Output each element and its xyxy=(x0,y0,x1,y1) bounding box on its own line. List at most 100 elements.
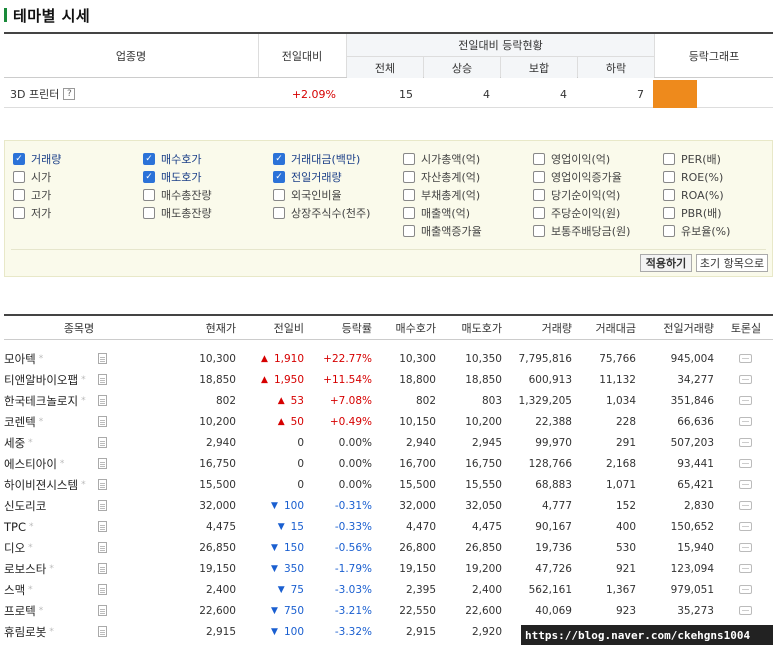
option-5[interactable]: PER(배) xyxy=(663,151,721,167)
document-icon[interactable] xyxy=(98,479,107,490)
option-10[interactable]: 영업이익증가율 xyxy=(533,169,622,185)
stock-name-link[interactable]: 모아텍 xyxy=(4,351,36,367)
document-icon[interactable] xyxy=(98,542,107,553)
stock-name-link[interactable]: 에스티아이 xyxy=(4,456,57,472)
checkbox-icon[interactable] xyxy=(403,207,415,219)
checkbox-icon[interactable] xyxy=(403,153,415,165)
checkbox-icon[interactable] xyxy=(533,189,545,201)
checkbox-checked-icon[interactable]: ✓ xyxy=(273,153,285,165)
option-3[interactable]: 시가총액(억) xyxy=(403,151,480,167)
checkbox-icon[interactable] xyxy=(663,207,675,219)
discussion-icon[interactable] xyxy=(739,522,752,531)
option-26[interactable]: 유보율(%) xyxy=(663,223,730,239)
checkbox-icon[interactable] xyxy=(533,153,545,165)
option-1[interactable]: ✓ 매수호가 xyxy=(143,151,201,167)
document-icon[interactable] xyxy=(98,584,107,595)
option-2[interactable]: ✓ 거래대금(백만) xyxy=(273,151,360,167)
checkbox-icon[interactable] xyxy=(663,189,675,201)
stock-name-link[interactable]: 코렌텍 xyxy=(4,414,36,430)
stock-name-link[interactable]: 디오 xyxy=(4,540,25,556)
document-icon[interactable] xyxy=(98,521,107,532)
option-24[interactable]: 매출액증가율 xyxy=(403,223,482,239)
discussion-icon[interactable] xyxy=(739,438,752,447)
discussion-icon[interactable] xyxy=(739,501,752,510)
discussion-icon[interactable] xyxy=(739,354,752,363)
discussion-icon[interactable] xyxy=(739,543,752,552)
reset-button[interactable]: 초기 항목으로 xyxy=(696,254,768,272)
stock-name-link[interactable]: 세중 xyxy=(4,435,25,451)
checkbox-icon[interactable] xyxy=(663,225,675,237)
discussion-icon[interactable] xyxy=(739,480,752,489)
checkbox-icon[interactable] xyxy=(403,225,415,237)
discussion-icon[interactable] xyxy=(739,585,752,594)
checkbox-icon[interactable] xyxy=(403,189,415,201)
discussion-icon[interactable] xyxy=(739,396,752,405)
checkbox-icon[interactable] xyxy=(533,225,545,237)
document-icon[interactable] xyxy=(98,416,107,427)
industry-name[interactable]: 3D 프린터 xyxy=(10,86,59,102)
discussion-icon[interactable] xyxy=(739,417,752,426)
checkbox-checked-icon[interactable]: ✓ xyxy=(143,171,155,183)
discussion-icon[interactable] xyxy=(739,459,752,468)
checkbox-icon[interactable] xyxy=(143,207,155,219)
option-18[interactable]: 저가 xyxy=(13,205,51,221)
option-23[interactable]: PBR(배) xyxy=(663,205,722,221)
document-icon[interactable] xyxy=(98,563,107,574)
option-17[interactable]: ROA(%) xyxy=(663,187,724,203)
stock-name-link[interactable]: TPC xyxy=(4,520,26,534)
checkbox-icon[interactable] xyxy=(143,189,155,201)
option-25[interactable]: 보통주배당금(원) xyxy=(533,223,630,239)
document-icon[interactable] xyxy=(98,626,107,637)
checkbox-icon[interactable] xyxy=(533,207,545,219)
option-15[interactable]: 부채총계(억) xyxy=(403,187,480,203)
option-6[interactable]: 시가 xyxy=(13,169,51,185)
option-20[interactable]: 상장주식수(천주) xyxy=(273,205,370,221)
stock-name-link[interactable]: 스맥 xyxy=(4,582,25,598)
option-19[interactable]: 매도총잔량 xyxy=(143,205,212,221)
option-4[interactable]: 영업이익(억) xyxy=(533,151,610,167)
stock-name-link[interactable]: 휴림로봇 xyxy=(4,624,46,640)
option-13[interactable]: 매수총잔량 xyxy=(143,187,212,203)
checkbox-icon[interactable] xyxy=(273,189,285,201)
checkbox-icon[interactable] xyxy=(13,207,25,219)
checkbox-icon[interactable] xyxy=(663,171,675,183)
document-icon[interactable] xyxy=(98,353,107,364)
stock-name-link[interactable]: 티앤알바이오팹 xyxy=(4,372,78,388)
document-icon[interactable] xyxy=(98,500,107,511)
checkbox-icon[interactable] xyxy=(13,171,25,183)
option-9[interactable]: 자산총계(억) xyxy=(403,169,480,185)
checkbox-icon[interactable] xyxy=(403,171,415,183)
option-8[interactable]: ✓ 전일거래량 xyxy=(273,169,342,185)
document-icon[interactable] xyxy=(98,374,107,385)
option-7[interactable]: ✓ 매도호가 xyxy=(143,169,201,185)
option-0[interactable]: ✓ 거래량 xyxy=(13,151,61,167)
stock-name-link[interactable]: 로보스타 xyxy=(4,561,46,577)
option-12[interactable]: 고가 xyxy=(13,187,51,203)
document-icon[interactable] xyxy=(98,605,107,616)
stock-name-link[interactable]: 하이비젼시스템 xyxy=(4,477,78,493)
discussion-icon[interactable] xyxy=(739,564,752,573)
discussion-icon[interactable] xyxy=(739,606,752,615)
discussion-icon[interactable] xyxy=(739,375,752,384)
stock-name-link[interactable]: 프로텍 xyxy=(4,603,36,619)
checkbox-checked-icon[interactable]: ✓ xyxy=(13,153,25,165)
help-icon[interactable]: ? xyxy=(63,88,76,100)
checkbox-checked-icon[interactable]: ✓ xyxy=(143,153,155,165)
document-icon[interactable] xyxy=(98,395,107,406)
option-21[interactable]: 매출액(억) xyxy=(403,205,470,221)
current-price: 26,850 xyxy=(199,541,236,554)
checkbox-icon[interactable] xyxy=(13,189,25,201)
option-22[interactable]: 주당순이익(원) xyxy=(533,205,620,221)
option-14[interactable]: 외국인비율 xyxy=(273,187,342,203)
checkbox-icon[interactable] xyxy=(663,153,675,165)
document-icon[interactable] xyxy=(98,437,107,448)
document-icon[interactable] xyxy=(98,458,107,469)
stock-name-link[interactable]: 신도리코 xyxy=(4,498,46,514)
checkbox-icon[interactable] xyxy=(273,207,285,219)
option-11[interactable]: ROE(%) xyxy=(663,169,723,185)
option-16[interactable]: 당기순이익(억) xyxy=(533,187,620,203)
checkbox-icon[interactable] xyxy=(533,171,545,183)
stock-name-link[interactable]: 한국테크놀로지 xyxy=(4,393,78,409)
checkbox-checked-icon[interactable]: ✓ xyxy=(273,171,285,183)
apply-button[interactable]: 적용하기 xyxy=(640,254,692,272)
